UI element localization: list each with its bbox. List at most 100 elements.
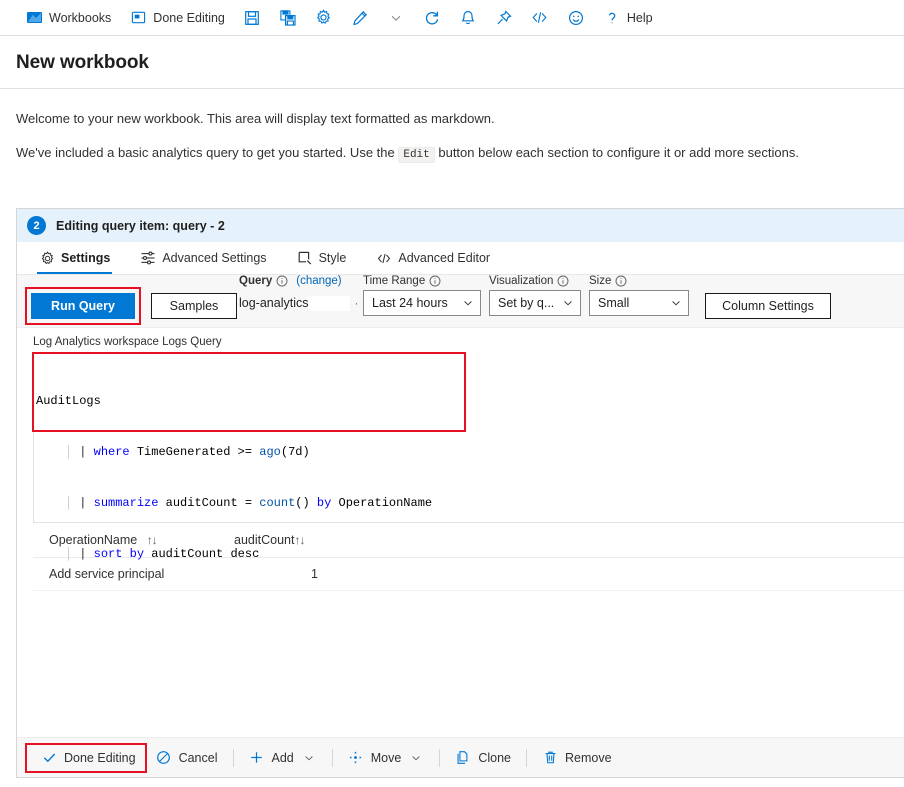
query-source-value: log-analytics [239,296,309,310]
markdown-paragraph-2-before: We've included a basic analytics query t… [16,144,399,160]
tab-style-label: Style [318,251,347,265]
edit-inline-code: Edit [398,146,435,163]
samples-field: Samples [151,293,237,319]
smiley-feedback-icon [567,9,585,27]
trash-icon [542,750,558,766]
remove-button[interactable]: Remove [532,746,622,770]
workbooks-icon [25,9,43,27]
done-editing-icon [129,9,147,27]
divider [331,748,333,767]
sliders-icon [140,250,156,266]
query-source-label: Query [239,275,273,287]
tab-settings-label: Settings [61,251,111,265]
done-editing-button[interactable]: Done Editing [31,746,146,770]
visualization-label-row: Visualization [489,275,581,287]
tab-settings[interactable]: Settings [29,242,120,274]
question-help-icon [603,9,621,27]
size-label: Size [589,275,612,287]
markdown-section: Welcome to your new workbook. This area … [0,89,904,163]
toolbar-refresh[interactable] [414,5,450,31]
app-root: Workbooks Done Editing Help New workbook… [0,0,904,787]
run-query-button[interactable]: Run Query [31,293,135,319]
visualization-label: Visualization [489,275,554,287]
time-range-label: Time Range [363,275,426,287]
page-title-section: New workbook [0,36,904,74]
size-field: Size Small [589,275,689,316]
toolbar-alerts[interactable] [450,5,486,31]
save-as-icon [279,9,297,27]
tab-advanced-settings-label: Advanced Settings [162,251,267,265]
size-select[interactable]: Small [589,290,689,316]
page-title: New workbook [16,52,149,73]
query-source-field: Query (change) log-analytics · [239,275,358,316]
query-editor-caption: Log Analytics workspace Logs Query [33,336,222,348]
toolbar-workbooks[interactable]: Workbooks [16,5,120,31]
info-icon[interactable] [429,275,441,287]
panel-bottom-toolbar: Done Editing Cancel Add Move Clone Remov… [17,737,904,777]
toolbar-feedback[interactable] [558,5,594,31]
tab-style[interactable]: Style [287,242,357,274]
alert-bell-icon [459,9,477,27]
move-arrows-icon [348,750,364,766]
panel-header: 2 Editing query item: query - 2 [17,209,904,242]
tab-advanced-settings[interactable]: Advanced Settings [130,242,276,274]
chevron-down-icon[interactable] [408,750,424,766]
cancel-button[interactable]: Cancel [146,746,228,770]
refresh-icon [423,9,441,27]
info-icon[interactable] [557,275,569,287]
query-editor-code[interactable]: AuditLogs │ | where TimeGenerated >= ago… [34,354,904,597]
info-icon[interactable] [276,275,288,287]
remove-label: Remove [565,750,612,765]
tab-advanced-editor-label: Advanced Editor [398,251,491,265]
redacted-block [308,295,351,311]
clone-copy-icon [455,750,471,766]
code-line-4: │ | sort by auditCount desc [64,547,260,561]
time-range-select[interactable]: Last 24 hours [363,290,481,316]
info-icon[interactable] [615,275,627,287]
divider [232,748,234,767]
panel-tabs: Settings Advanced Settings Style Advance… [17,242,904,275]
chevron-down-icon [670,297,682,309]
query-toolbar: Run Query Samples Query (change) log-ana… [17,275,904,328]
tab-advanced-editor[interactable]: Advanced Editor [366,242,500,274]
query-change-link[interactable]: (change) [296,275,341,287]
save-icon [243,9,261,27]
clone-button[interactable]: Clone [445,746,521,770]
cancel-label: Cancel [178,750,218,765]
pin-icon [495,9,513,27]
add-button[interactable]: Add [239,746,327,770]
visualization-select[interactable]: Set by q... [489,290,581,316]
chevron-down-icon [387,9,405,27]
toolbar-edit[interactable] [342,5,378,31]
code-brackets-icon [376,250,392,266]
toolbar-settings[interactable] [306,5,342,31]
time-range-label-row: Time Range [363,275,481,287]
toolbar-save[interactable] [234,5,270,31]
query-source-value-row[interactable]: log-analytics · [239,290,358,316]
column-settings-button[interactable]: Column Settings [705,293,831,319]
code-brackets-icon [531,9,549,27]
samples-button[interactable]: Samples [151,293,237,319]
code-line-3: │ | summarize auditCount = count() by Op… [64,496,433,510]
chevron-down-icon[interactable] [301,750,317,766]
style-square-icon [297,250,313,266]
toolbar-pin[interactable] [486,5,522,31]
toolbar-edit-dropdown[interactable] [378,5,414,31]
query-editing-panel: 2 Editing query item: query - 2 Settings… [16,208,904,778]
code-line-2: │ | where TimeGenerated >= ago(7d) [64,445,310,459]
toolbar-save-as[interactable] [270,5,306,31]
size-value: Small [598,296,630,310]
code-line-1: AuditLogs [36,394,101,408]
query-editor[interactable]: AuditLogs │ | where TimeGenerated >= ago… [32,352,904,561]
move-button[interactable]: Move [338,746,435,770]
divider [439,748,441,767]
toolbar-code[interactable] [522,5,558,31]
panel-header-title: Editing query item: query - 2 [56,218,225,233]
panel-step-badge: 2 [27,216,46,235]
chevron-down-icon [462,297,474,309]
time-range-value: Last 24 hours [372,296,448,310]
edit-pencil-icon [351,9,369,27]
toolbar-help[interactable]: Help [594,5,662,31]
gear-icon [315,9,333,27]
toolbar-done-editing[interactable]: Done Editing [120,5,234,31]
